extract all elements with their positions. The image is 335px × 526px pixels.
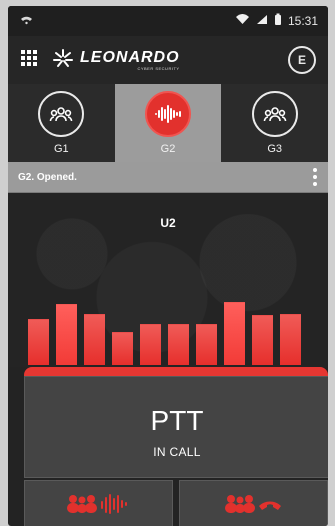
signal-icon — [256, 14, 268, 28]
group-hangup-icon — [223, 492, 285, 521]
ptt-status: IN CALL — [153, 445, 201, 459]
audio-level-bar — [224, 302, 245, 365]
apps-grid-icon[interactable] — [20, 49, 38, 72]
audio-level-bar — [140, 324, 161, 365]
logo-mark-icon — [52, 48, 74, 73]
tab-g3-label: G3 — [267, 143, 283, 155]
group-status-bar: G2. Opened. — [8, 162, 328, 193]
clock: 15:31 — [287, 14, 318, 28]
hangup-button[interactable] — [179, 480, 328, 526]
bottom-actions — [24, 480, 328, 526]
battery-icon — [274, 13, 282, 29]
app-bar: LEONARDO CYBER SECURITY E — [8, 36, 328, 84]
audio-level-bar — [28, 319, 49, 365]
status-bar: 15:31 — [8, 6, 328, 36]
audio-level-bar — [168, 324, 189, 365]
tab-g3[interactable]: G3 — [221, 84, 328, 162]
audio-level-bar — [56, 304, 77, 365]
audio-level-bar — [280, 314, 301, 365]
active-user-label: U2 — [160, 216, 176, 230]
audio-wave-icon — [145, 91, 191, 137]
audio-level-bar — [196, 324, 217, 365]
exit-button[interactable]: E — [288, 46, 316, 74]
audio-level-meter — [28, 301, 316, 365]
logo-text: LEONARDO — [80, 49, 180, 66]
exit-icon: E — [297, 53, 306, 67]
call-area: U2 — [8, 193, 328, 367]
audio-level-bar — [252, 315, 273, 365]
logo-subtitle: CYBER SECURITY — [137, 66, 180, 71]
notification-icon — [20, 14, 33, 28]
status-icons: 15:31 — [235, 13, 318, 29]
group-icon — [38, 91, 85, 137]
ptt-label: PTT — [150, 405, 204, 436]
audio-level-bar — [84, 314, 105, 365]
more-options-icon[interactable] — [312, 168, 318, 186]
tab-g2[interactable]: G2 — [114, 84, 222, 162]
group-tabs: G1 G2 G3 — [8, 84, 328, 162]
leonardo-logo: LEONARDO CYBER SECURITY — [52, 48, 180, 73]
ptt-button[interactable]: PTT IN CALL — [24, 376, 328, 478]
group-call-button[interactable] — [24, 480, 173, 526]
tab-g2-label: G2 — [160, 143, 176, 155]
tab-g1[interactable]: G1 — [8, 84, 115, 162]
phone-screen: 15:31 LEONARDO CYBER SECURITY E G1 G2 G3… — [8, 6, 328, 526]
tab-g1-label: G1 — [53, 143, 69, 155]
group-status-text: G2. Opened. — [18, 171, 77, 183]
audio-level-bar — [112, 332, 133, 365]
group-icon — [251, 91, 298, 137]
group-audio-icon — [64, 492, 134, 521]
wifi-icon — [235, 14, 250, 28]
